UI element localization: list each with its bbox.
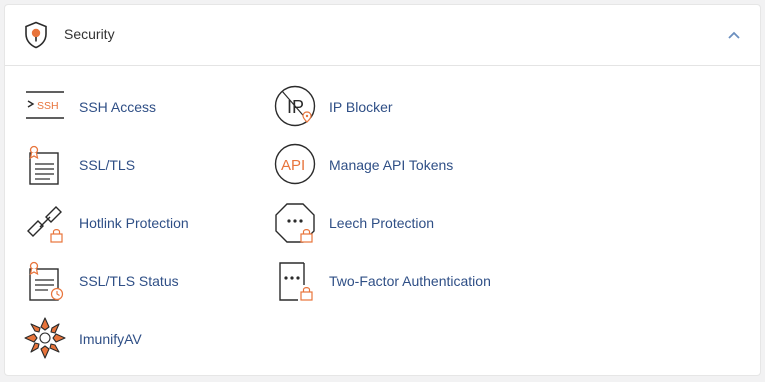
ssh-terminal-icon: SSH bbox=[26, 91, 64, 119]
leech-protection-link[interactable]: Leech Protection bbox=[274, 201, 474, 245]
ssl-tls-link[interactable]: SSL/TLS bbox=[24, 143, 224, 187]
ssl-tls-status-link[interactable]: SSL/TLS Status bbox=[24, 259, 224, 303]
item-label: Hotlink Protection bbox=[79, 215, 189, 231]
item-label: Manage API Tokens bbox=[329, 157, 454, 173]
chevron-up-icon[interactable] bbox=[726, 27, 742, 43]
svg-text:API: API bbox=[281, 157, 305, 174]
two-factor-lock-icon bbox=[279, 262, 313, 301]
hotlink-lock-icon bbox=[27, 206, 63, 243]
item-label: SSL/TLS bbox=[79, 157, 136, 173]
imunifyav-icon bbox=[24, 317, 66, 359]
svg-text:IP: IP bbox=[287, 97, 304, 117]
item-label: Leech Protection bbox=[329, 215, 435, 231]
hotlink-protection-link[interactable]: Hotlink Protection bbox=[24, 201, 224, 245]
ip-blocker-link[interactable]: IP IP Blocker bbox=[274, 85, 474, 129]
section-header[interactable]: Security bbox=[5, 5, 760, 66]
item-label: IP Blocker bbox=[329, 99, 393, 115]
manage-api-tokens-link[interactable]: API Manage API Tokens bbox=[274, 143, 494, 187]
item-label: ImunifyAV bbox=[79, 331, 142, 347]
api-token-icon: API bbox=[274, 143, 316, 185]
ip-blocker-icon: IP bbox=[274, 85, 316, 127]
svg-text:SSH: SSH bbox=[37, 100, 59, 112]
ssh-access-link[interactable]: SSH SSH Access bbox=[24, 85, 224, 129]
item-label: SSH Access bbox=[79, 99, 157, 115]
leech-lock-icon bbox=[275, 203, 315, 243]
item-label: SSL/TLS Status bbox=[79, 273, 179, 289]
item-label: Two-Factor Authentication bbox=[329, 273, 491, 289]
certificate-icon bbox=[29, 145, 59, 185]
certificate-status-icon bbox=[29, 261, 64, 301]
two-factor-authentication-link[interactable]: Two-Factor Authentication bbox=[274, 259, 534, 303]
section-title: Security bbox=[64, 26, 115, 42]
imunifyav-link[interactable]: ImunifyAV bbox=[24, 317, 224, 361]
shield-pin-icon bbox=[25, 21, 47, 49]
security-panel: Security SSH SSH Access IP IP Blocker SS… bbox=[4, 4, 761, 376]
